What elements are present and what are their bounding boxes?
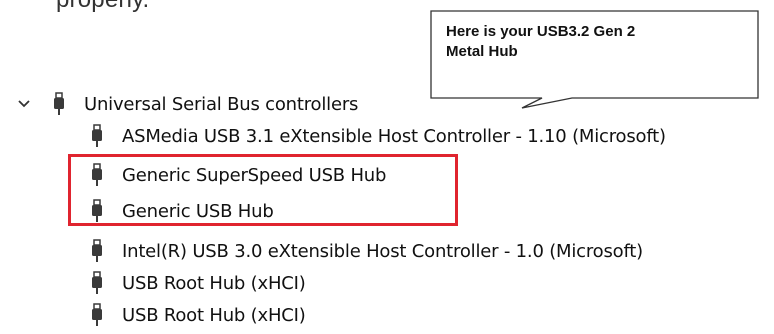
callout-line-1: Here is your USB3.2 Gen 2 — [446, 23, 636, 40]
usb-plug-icon — [90, 271, 104, 295]
tree-item-usb-root-hub-2[interactable]: USB Root Hub (xHCI) — [90, 300, 306, 330]
highlight-box — [68, 154, 458, 226]
tree-item-asmedia-controller[interactable]: ASMedia USB 3.1 eXtensible Host Controll… — [90, 121, 666, 151]
usb-plug-icon — [52, 92, 66, 116]
tree-category-usb-controllers[interactable]: Universal Serial Bus controllers — [14, 89, 358, 119]
tree-item-label: USB Root Hub (xHCI) — [122, 272, 306, 294]
top-text: properly. — [56, 0, 149, 14]
tree-category-label: Universal Serial Bus controllers — [84, 93, 359, 115]
callout-box: Here is your USB3.2 Gen 2 Metal Hub — [430, 10, 760, 114]
chevron-down-icon[interactable] — [14, 89, 34, 119]
callout-text: Here is your USB3.2 Gen 2 Metal Hub — [446, 22, 746, 62]
usb-plug-icon — [90, 303, 104, 327]
tree-item-label: ASMedia USB 3.1 eXtensible Host Controll… — [122, 125, 666, 147]
tree-item-label: Intel(R) USB 3.0 eXtensible Host Control… — [122, 240, 643, 262]
tree-item-intel-controller[interactable]: Intel(R) USB 3.0 eXtensible Host Control… — [90, 236, 643, 266]
usb-plug-icon — [90, 124, 104, 148]
callout-line-2: Metal Hub — [446, 43, 518, 60]
tree-item-usb-root-hub-1[interactable]: USB Root Hub (xHCI) — [90, 268, 306, 298]
usb-plug-icon — [90, 239, 104, 263]
tree-item-label: USB Root Hub (xHCI) — [122, 304, 306, 326]
